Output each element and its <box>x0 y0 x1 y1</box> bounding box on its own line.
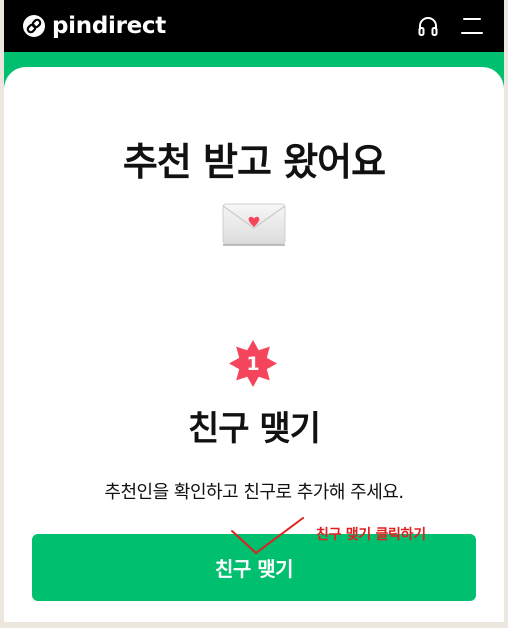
logo-text: pindirect <box>52 13 166 39</box>
checkmark-annotation-icon <box>231 517 304 555</box>
app-frame: pindirect 추천 받고 왔어요 1 친구 맺기 추천인을 확인하고 친구… <box>4 0 504 622</box>
menu-icon[interactable] <box>460 15 484 37</box>
page-title: 추천 받고 왔어요 <box>122 140 386 184</box>
link-logo-icon <box>23 15 45 37</box>
step-description: 추천인을 확인하고 친구로 추가해 주세요. <box>104 482 404 503</box>
step-title: 친구 맺기 <box>188 409 321 449</box>
step-number: 1 <box>246 353 260 375</box>
header: pindirect <box>4 0 504 52</box>
annotation-text: 친구 맺기 클릭하기 <box>316 527 426 543</box>
logo[interactable]: pindirect <box>22 12 166 40</box>
headset-icon[interactable] <box>416 14 440 38</box>
envelope-heart-icon <box>222 203 286 246</box>
